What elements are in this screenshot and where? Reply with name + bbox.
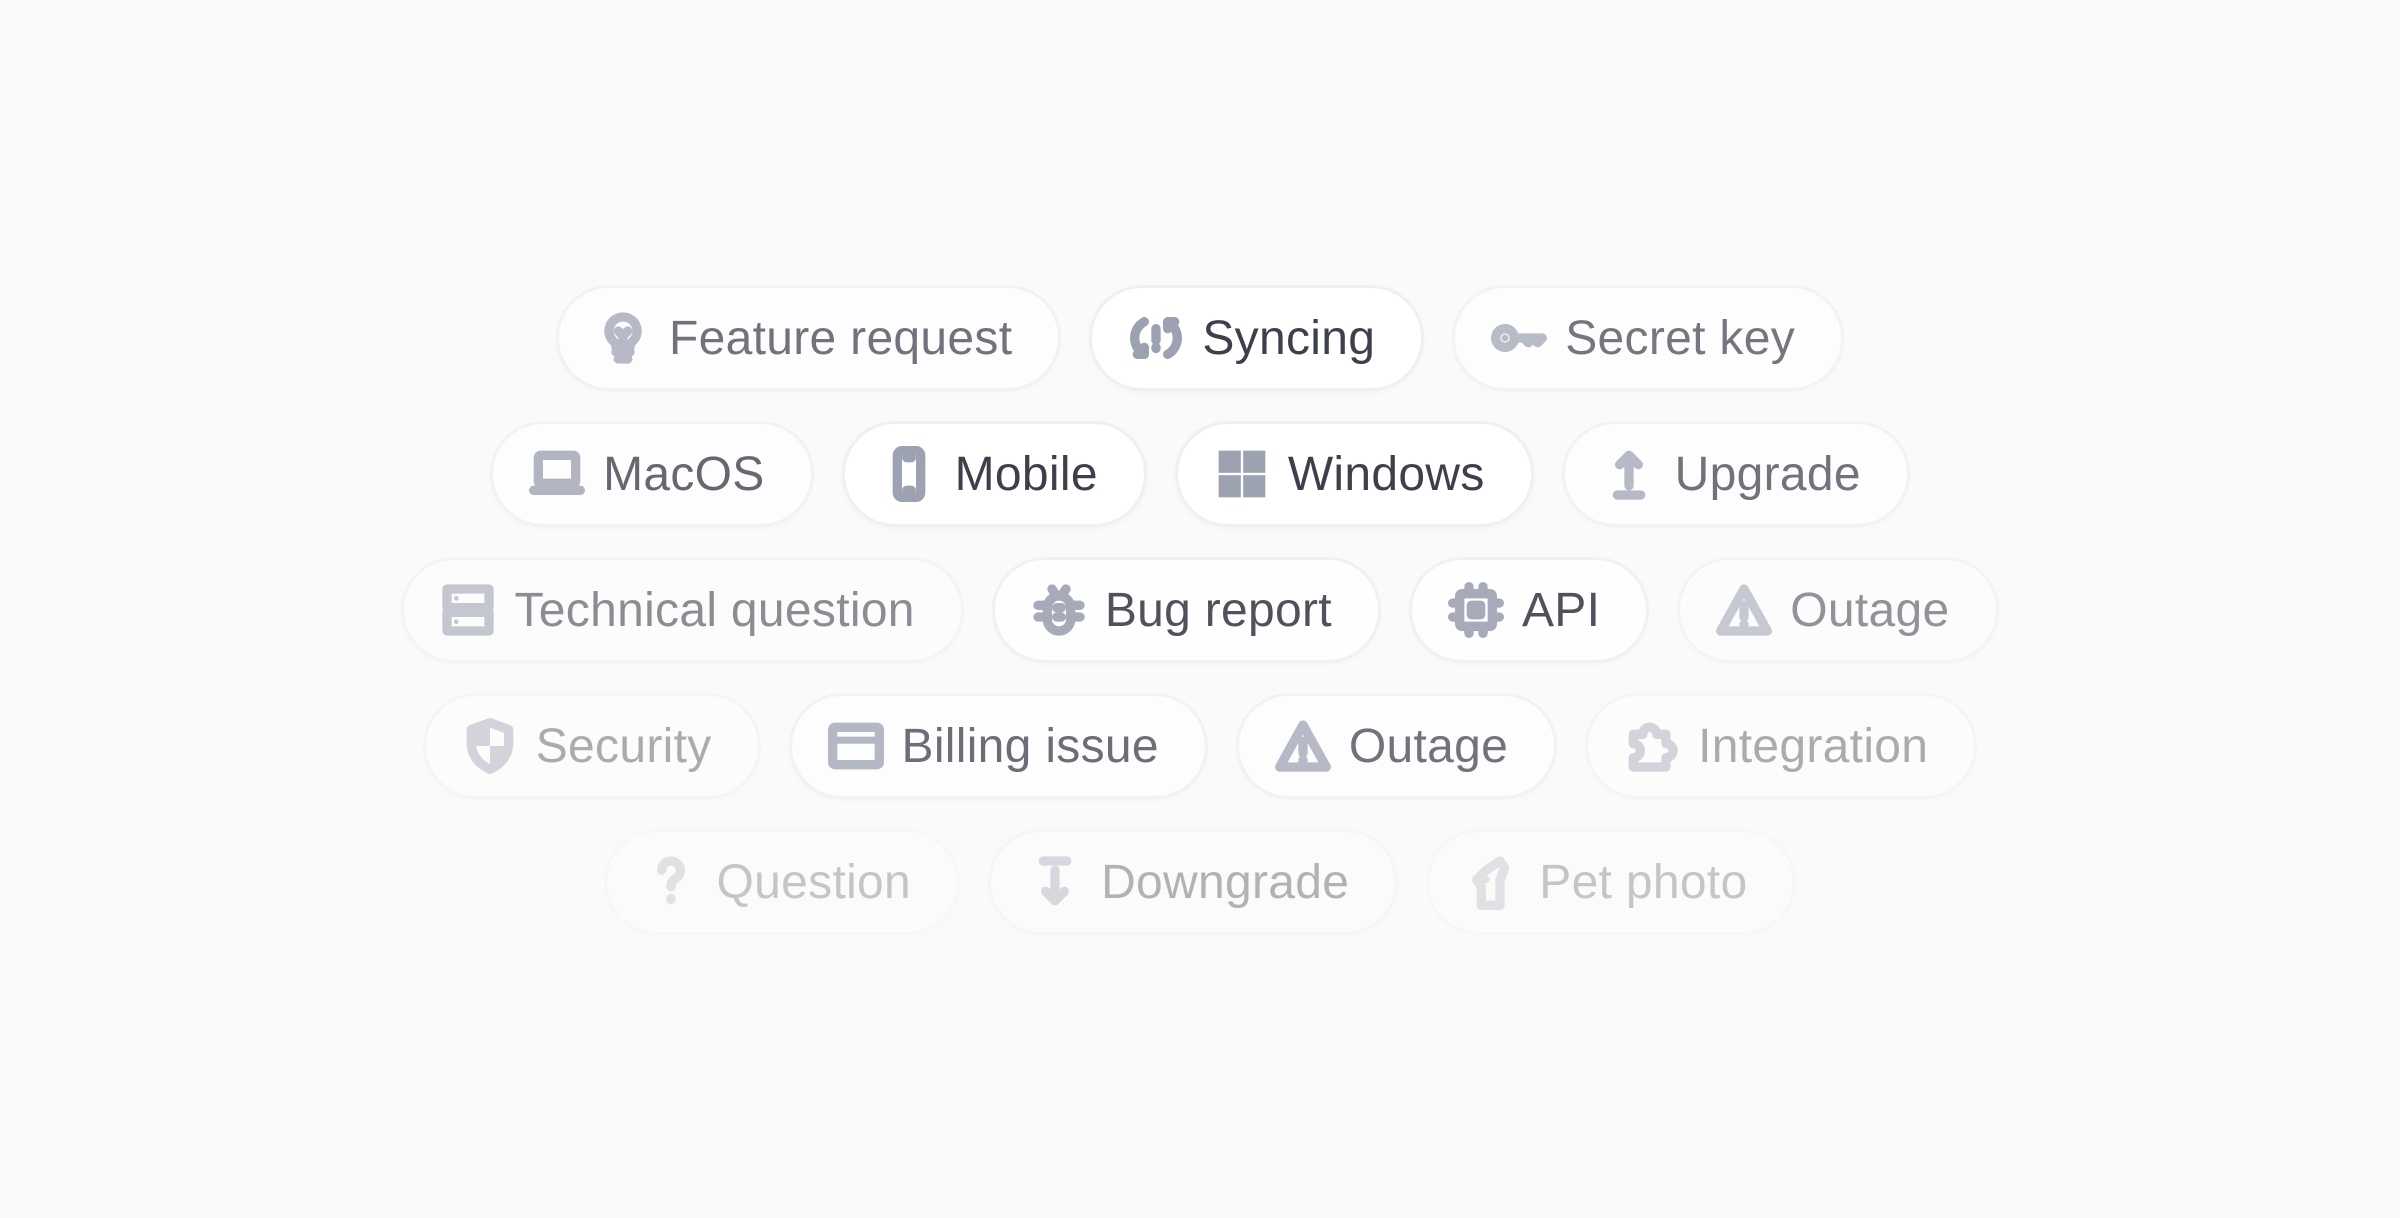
tag-label: Downgrade (1101, 855, 1350, 909)
tag-label: Secret key (1565, 311, 1795, 365)
question-icon (656, 856, 685, 905)
key-icon (1491, 324, 1548, 352)
tag-macos[interactable]: MacOS (490, 421, 814, 527)
tag-api[interactable]: API (1408, 557, 1650, 663)
tag-row: Feature request Syncing Secret key (556, 285, 1844, 391)
tag-upgrade[interactable]: Upgrade (1561, 421, 1910, 527)
tag-label: Outage (1790, 583, 1950, 637)
tag-label: Billing issue (901, 719, 1159, 773)
tag-outage[interactable]: Outage (1677, 557, 1999, 663)
tag-question[interactable]: Question (603, 829, 961, 935)
tag-outage[interactable]: Outage (1235, 693, 1558, 799)
tag-secret-key[interactable]: Secret key (1452, 285, 1844, 391)
tag-label: Windows (1287, 447, 1485, 501)
puzzle-icon (1628, 722, 1678, 772)
tag-downgrade[interactable]: Downgrade (988, 829, 1399, 935)
tag-technical-question[interactable]: Technical question (401, 557, 964, 663)
tag-label: Security (535, 719, 712, 773)
credit-card-icon (827, 722, 884, 770)
tag-label: Bug report (1104, 583, 1332, 637)
tag-label: MacOS (603, 447, 765, 501)
tag-row: Security Billing issue Outage Integratio… (422, 693, 1978, 799)
tag-label: Outage (1348, 719, 1509, 773)
sync-alert-icon (1130, 317, 1183, 359)
tag-security[interactable]: Security (422, 693, 761, 799)
tag-label: Pet photo (1539, 855, 1748, 909)
chip-icon (1447, 582, 1504, 638)
windows-icon (1218, 450, 1266, 498)
tag-mobile[interactable]: Mobile (841, 421, 1147, 527)
tag-label: API (1521, 583, 1601, 637)
tag-label: Syncing (1202, 311, 1376, 365)
tag-integration[interactable]: Integration (1585, 693, 1978, 799)
lightbulb-icon (604, 312, 642, 364)
tag-label: Mobile (954, 447, 1098, 501)
tag-syncing[interactable]: Syncing (1089, 285, 1425, 391)
tag-label: Upgrade (1674, 447, 1861, 501)
pet-icon (1472, 856, 1510, 910)
tag-windows[interactable]: Windows (1174, 421, 1534, 527)
warning-icon (1716, 584, 1773, 636)
tag-row: Question Downgrade Pet photo (603, 829, 1797, 935)
server-icon (442, 584, 495, 636)
tag-label: Integration (1698, 719, 1929, 773)
arrow-down-icon (1038, 856, 1072, 906)
laptop-icon (529, 450, 586, 495)
bug-icon (1033, 584, 1085, 636)
tag-feature-request[interactable]: Feature request (556, 285, 1062, 391)
shield-icon (466, 718, 514, 774)
tag-label: Feature request (669, 311, 1013, 365)
arrow-up-icon (1612, 450, 1645, 500)
tag-cloud: Feature request Syncing Secret key MacOS… (0, 285, 2400, 935)
warning-icon (1274, 720, 1331, 772)
tag-bug-report[interactable]: Bug report (991, 557, 1381, 663)
tag-billing-issue[interactable]: Billing issue (788, 693, 1208, 799)
tag-pet-photo[interactable]: Pet photo (1426, 829, 1797, 935)
tag-label: Question (716, 855, 912, 909)
tag-row: MacOS Mobile Windows Upgrade (490, 421, 1910, 527)
tag-label: Technical question (514, 583, 915, 637)
tag-row: Technical question Bug report API Outage (401, 557, 1999, 663)
phone-icon (892, 446, 925, 502)
